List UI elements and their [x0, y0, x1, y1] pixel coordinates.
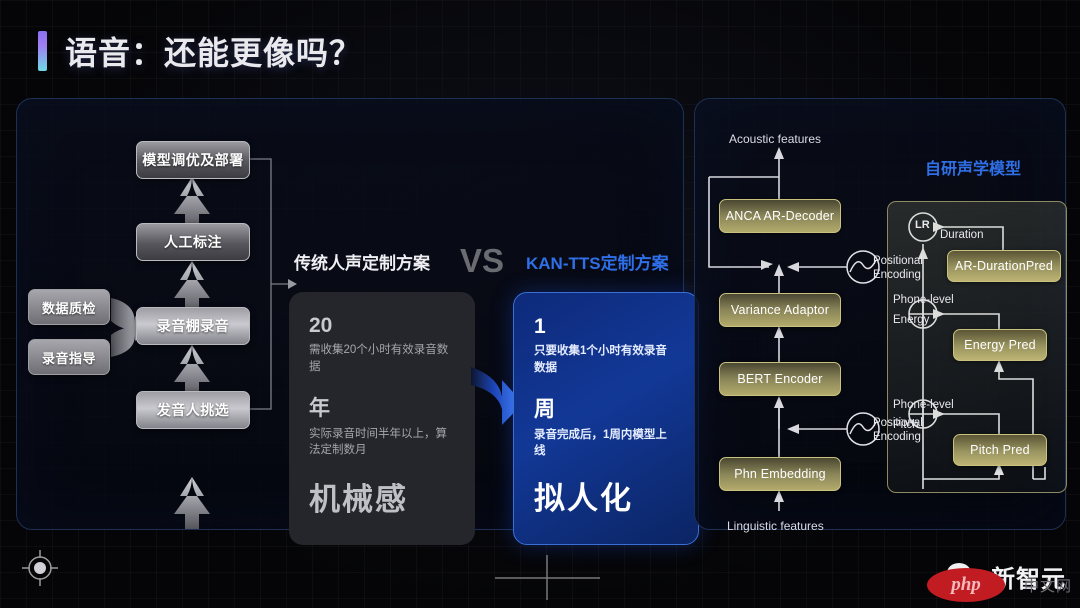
flow-box-deploy[interactable]: 模型调优及部署 [136, 141, 250, 179]
label-acoustic-features: Acoustic features [729, 132, 822, 146]
label-pitch-phone-level: Phone-level [893, 399, 954, 411]
kan-metric-1-desc: 只要收集1个小时有效录音数据 [534, 345, 667, 374]
traditional-tagline: 机械感 [309, 482, 408, 517]
pe-bottom-line2: Encoding [873, 430, 921, 443]
label-linguistic-features: Linguistic features [727, 519, 824, 533]
block-variance-adaptor[interactable]: Variance Adaptor [719, 293, 841, 327]
label-lr-node: LR [915, 219, 930, 231]
traditional-scheme-card: 20 需收集20个小时有效录音数据 年 实际录音时间半年以上，算法定制数月 机械… [289, 292, 475, 545]
kan-tts-scheme-card: 1 只要收集1个小时有效录音数据 周 录音完成后，1周内模型上线 拟人化 [513, 292, 699, 545]
traditional-metric-2-value: 年 [309, 397, 330, 421]
block-ar-duration-pred[interactable]: AR-DurationPred [947, 250, 1061, 282]
kan-tts-scheme-heading: KAN-TTS定制方案 [526, 254, 669, 273]
left-panel: 模型调优及部署 人工标注 录音棚录音 发音人挑选 数据质检 录音指导 传统人声定… [16, 98, 699, 545]
block-anca-ar-decoder[interactable]: ANCA AR-Decoder [719, 199, 841, 233]
block-pitch-pred[interactable]: Pitch Pred [953, 434, 1047, 466]
label-positional-encoding-top: Positional Encoding [873, 255, 923, 283]
label-energy: Energy [893, 314, 930, 326]
block-bert-encoder[interactable]: BERT Encoder [719, 362, 841, 396]
label-duration: Duration [940, 229, 984, 241]
flow-feedback-arrowhead [288, 279, 297, 289]
php-badge: php [927, 568, 1005, 602]
right-panel-title: 自研声学模型 [925, 161, 1022, 178]
flow-box-recording-guide[interactable]: 录音指导 [28, 339, 110, 375]
acoustic-model-diagram: ANCA AR-Decoder Variance Adaptor BERT En… [695, 99, 1067, 533]
pe-top-line1: Positional [873, 255, 923, 267]
vs-label: VS [460, 242, 505, 279]
flow-box-data-qc[interactable]: 数据质检 [28, 289, 110, 325]
kan-metric-1-value: 1 [534, 315, 546, 338]
right-panel: ANCA AR-Decoder Variance Adaptor BERT En… [694, 98, 1067, 533]
block-phn-embedding[interactable]: Phn Embedding [719, 457, 841, 491]
title-accent-bar [38, 31, 47, 71]
traditional-metric-1-value: 20 [309, 314, 333, 337]
label-energy-phone-level: Phone-level [893, 294, 954, 306]
page-header: 语音：还能更像吗？ [38, 28, 362, 74]
pe-top-line2: Encoding [873, 268, 921, 281]
label-pitch: Pitch [893, 419, 919, 431]
page-title: 语音：还能更像吗？ [65, 35, 363, 71]
flow-box-annotation[interactable]: 人工标注 [136, 223, 250, 261]
kan-metric-2-desc: 录音完成后，1周内模型上线 [534, 428, 667, 458]
traditional-metric-1-desc: 需收集20个小时有效录音数据 [309, 344, 449, 373]
traditional-scheme-heading: 传统人声定制方案 [294, 254, 430, 273]
flow-box-studio-recording[interactable]: 录音棚录音 [136, 307, 250, 345]
traditional-metric-2-desc: 实际录音时间半年以上，算法定制数月 [309, 427, 447, 457]
traditional-flow-chart: 模型调优及部署 人工标注 录音棚录音 发音人挑选 数据质检 录音指导 [17, 99, 297, 529]
block-energy-pred[interactable]: Energy Pred [953, 329, 1047, 361]
php-badge-text: php [951, 574, 981, 595]
kan-metric-2-value: 周 [534, 398, 555, 422]
site-mark: 中文网 [1023, 578, 1072, 595]
registration-mark-cross [495, 555, 600, 600]
flow-box-speaker-selection[interactable]: 发音人挑选 [136, 391, 250, 429]
kan-tagline: 拟人化 [534, 481, 633, 516]
registration-mark-circle [22, 550, 58, 586]
